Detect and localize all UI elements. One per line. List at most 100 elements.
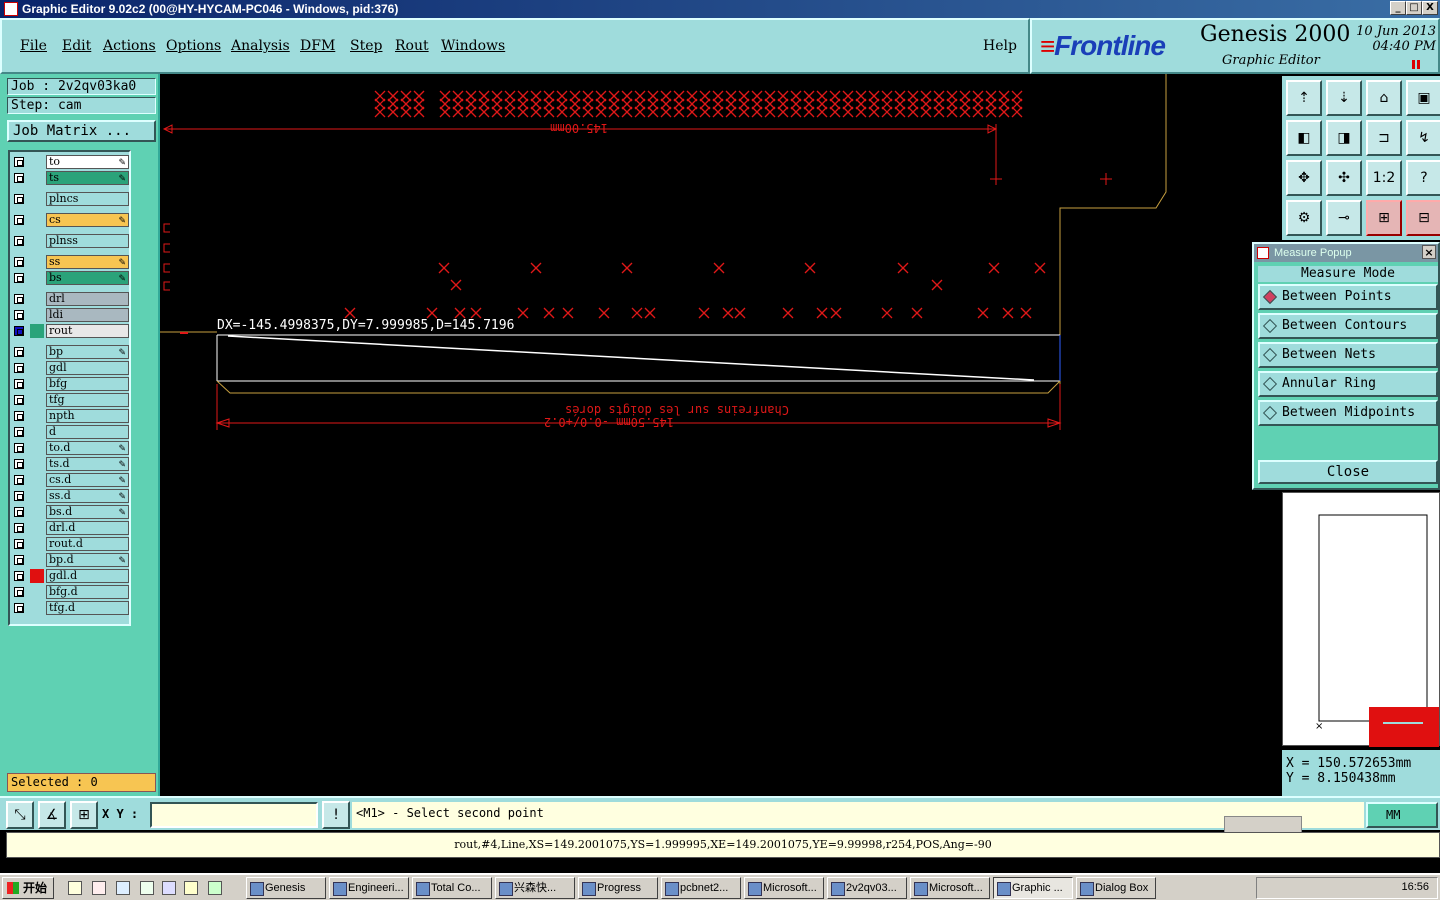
help-icon[interactable]: ? [1406, 160, 1440, 196]
option-between-midpoints[interactable]: Between Midpoints [1258, 400, 1438, 426]
exclaim-icon[interactable]: ! [322, 801, 350, 829]
layer-row-bfg-d[interactable]: bfg.d [12, 585, 129, 599]
layer-checkbox[interactable] [14, 571, 24, 581]
layer-row-drl[interactable]: drl [12, 292, 129, 306]
layer-checkbox[interactable] [14, 347, 24, 357]
grid-icon[interactable]: ⊞ [70, 801, 98, 829]
layer-name[interactable]: tfg [46, 393, 129, 407]
menu-help[interactable]: Help [983, 38, 1017, 54]
layer-checkbox[interactable] [14, 310, 24, 320]
layer-row-drl-d[interactable]: drl.d [12, 521, 129, 535]
layer-row-rout[interactable]: rout [12, 324, 129, 338]
layer-row-bs-d[interactable]: bs.d ✎ [12, 505, 129, 519]
config-icon[interactable]: ⚙ [1286, 200, 1322, 236]
layer-name[interactable]: d [46, 425, 129, 439]
layer-checkbox[interactable] [14, 475, 24, 485]
layer-name[interactable]: bp ✎ [46, 345, 129, 359]
minimize-button[interactable]: _ [1390, 1, 1406, 15]
menu-actions[interactable]: Actions [103, 38, 156, 54]
maximize-button[interactable]: □ [1406, 1, 1422, 15]
layer-row-ts[interactable]: ts ✎ [12, 171, 129, 185]
layer-checkbox[interactable] [14, 379, 24, 389]
layer-name[interactable]: tfg.d [46, 601, 129, 615]
layer-name[interactable]: ss ✎ [46, 255, 129, 269]
taskbar-item[interactable]: Engineeri... [329, 877, 409, 899]
taskbar-item[interactable]: Graphic ... [993, 877, 1073, 899]
taskbar-item[interactable]: Genesis [246, 877, 326, 899]
popup-close-icon[interactable]: × [1422, 245, 1436, 259]
layer-row-bp[interactable]: bp ✎ [12, 345, 129, 359]
layer-checkbox[interactable] [14, 273, 24, 283]
layer-checkbox[interactable] [14, 173, 24, 183]
layer-name[interactable]: to.d ✎ [46, 441, 129, 455]
layer-name[interactable]: cs.d ✎ [46, 473, 129, 487]
center-icon[interactable]: ✣ [1326, 160, 1362, 196]
move-down-icon[interactable]: ⇣ [1326, 80, 1362, 116]
layer-checkbox[interactable] [14, 555, 24, 565]
layer-checkbox[interactable] [14, 194, 24, 204]
layer-checkbox[interactable] [14, 523, 24, 533]
layer-name[interactable]: ts.d ✎ [46, 457, 129, 471]
layer-checkbox[interactable] [14, 294, 24, 304]
layer-name[interactable]: ts ✎ [46, 171, 129, 185]
layer-name[interactable]: bs ✎ [46, 271, 129, 285]
taskbar-item[interactable]: 兴森快... [495, 877, 575, 899]
home-icon[interactable]: ⌂ [1366, 80, 1402, 116]
menu-analysis[interactable]: Analysis [231, 38, 290, 54]
menu-file[interactable]: File [20, 38, 47, 54]
layer-checkbox[interactable] [14, 395, 24, 405]
layer-name[interactable]: drl.d [46, 521, 129, 535]
menu-dfm[interactable]: DFM [300, 38, 335, 54]
layer-checkbox[interactable] [14, 587, 24, 597]
quicklaunch-icon[interactable] [92, 881, 106, 895]
pin-icon[interactable]: ⊸ [1326, 200, 1362, 236]
layer-row-cs[interactable]: cs ✎ [12, 213, 129, 227]
layer-row-bp-d[interactable]: bp.d ✎ [12, 553, 129, 567]
option-between-nets[interactable]: Between Nets [1258, 342, 1438, 368]
layer-row-ts-d[interactable]: ts.d ✎ [12, 457, 129, 471]
quicklaunch-icon[interactable] [162, 881, 176, 895]
snap-icon[interactable]: ⤡ [6, 801, 34, 829]
quicklaunch-icon[interactable] [140, 881, 154, 895]
taskbar-item[interactable]: Microsoft... [910, 877, 990, 899]
units-select[interactable]: MM [1366, 802, 1438, 828]
menu-rout[interactable]: Rout [395, 38, 429, 54]
layer-checkbox[interactable] [14, 257, 24, 267]
layer-row-ss-d[interactable]: ss.d ✎ [12, 489, 129, 503]
layer-name[interactable]: cs ✎ [46, 213, 129, 227]
layer-row-gdl[interactable]: gdl [12, 361, 129, 375]
menu-options[interactable]: Options [166, 38, 221, 54]
quicklaunch-icon[interactable] [116, 881, 130, 895]
layer-checkbox[interactable] [14, 157, 24, 167]
layer-name[interactable]: gdl [46, 361, 129, 375]
move-up-icon[interactable]: ⇡ [1286, 80, 1322, 116]
taskbar-item[interactable]: Progress [578, 877, 658, 899]
layer-name[interactable]: bp.d ✎ [46, 553, 129, 567]
layer-checkbox[interactable] [14, 507, 24, 517]
layer-row-plncs[interactable]: plncs [12, 192, 129, 206]
layer-row-ss[interactable]: ss ✎ [12, 255, 129, 269]
layer-checkbox[interactable] [14, 603, 24, 613]
layer-name[interactable]: plnss [46, 234, 129, 248]
menu-windows[interactable]: Windows [441, 38, 505, 54]
fit-icon[interactable]: ⊐ [1366, 120, 1402, 156]
layer-name[interactable]: ss.d ✎ [46, 489, 129, 503]
close-button[interactable]: Close [1258, 460, 1438, 484]
layer-name[interactable]: rout [46, 324, 129, 338]
layer-checkbox[interactable] [14, 443, 24, 453]
expand-icon[interactable]: ✥ [1286, 160, 1322, 196]
layer-name[interactable]: bfg [46, 377, 129, 391]
layer-row-tfg[interactable]: tfg [12, 393, 129, 407]
xy-input[interactable] [150, 802, 318, 828]
angle-icon[interactable]: ∡ [38, 801, 66, 829]
pan-right-icon[interactable]: ◨ [1326, 120, 1362, 156]
layer-row-npth[interactable]: npth [12, 409, 129, 423]
layer-a-icon[interactable]: ⊞ [1366, 200, 1402, 236]
layer-name[interactable]: npth [46, 409, 129, 423]
layer-checkbox[interactable] [14, 363, 24, 373]
layer-checkbox[interactable] [14, 326, 24, 336]
close-window-button[interactable]: X [1422, 1, 1438, 15]
layer-b-icon[interactable]: ⊟ [1406, 200, 1440, 236]
layer-name[interactable]: rout.d [46, 537, 129, 551]
layer-row-to-d[interactable]: to.d ✎ [12, 441, 129, 455]
